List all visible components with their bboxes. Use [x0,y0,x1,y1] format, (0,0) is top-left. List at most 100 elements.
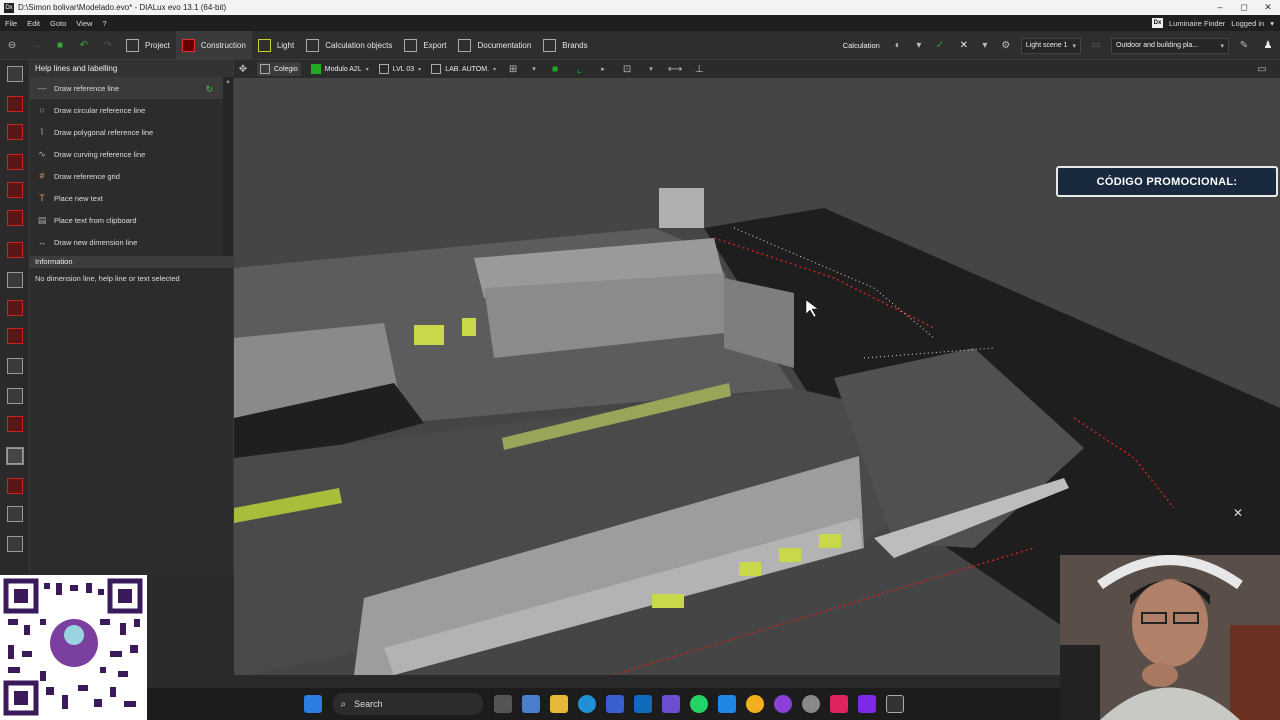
select-icon[interactable] [7,536,23,552]
cmd-draw-polygonal-reference-line[interactable]: ⌇ Draw polygonal reference line [30,121,233,143]
check-icon[interactable]: ✓ [933,39,947,53]
chevron-right-icon[interactable]: ▸ [596,62,610,76]
outlook-icon[interactable] [633,695,652,713]
minimize-button[interactable]: – [1208,0,1232,15]
roof-icon[interactable] [7,300,23,316]
building-selector[interactable]: Colegio [257,62,301,76]
chevron-down-icon[interactable]: ▾ [912,39,926,53]
logged-in-menu[interactable]: Logged in [1231,19,1264,28]
edge-icon[interactable] [577,695,596,713]
whatsapp-icon[interactable] [689,695,708,713]
monitor-icon[interactable]: ▭ [1255,62,1269,76]
tab-light[interactable]: Light [252,31,300,60]
settings-icon[interactable] [801,695,820,713]
cancel-icon[interactable]: ✕ [957,39,971,53]
undo-icon[interactable]: ↶ [77,38,91,52]
move-icon[interactable]: ✥ [236,62,250,76]
pen-icon[interactable]: ✎ [1237,39,1251,53]
tab-documentation[interactable]: Documentation [452,31,537,60]
import-icon[interactable] [7,66,23,82]
viewport-toolbar: ✥ Colegio Modulo A2L ▾ LVL 03 ▾ LAB. AUTOM… [234,60,1280,78]
refresh-icon[interactable]: ↻ [205,84,213,95]
save-icon[interactable]: ■ [53,38,67,52]
chevron-down-icon[interactable]: ▾ [978,39,992,53]
storey-icon[interactable] [7,154,23,170]
wall-icon[interactable] [7,210,23,226]
light-scene-select[interactable]: Light scene 1 ▾ [1020,37,1081,54]
tab-calculation-objects[interactable]: Calculation objects [300,31,398,60]
room-icon[interactable] [7,182,23,198]
chevron-down-icon[interactable]: ▾ [527,62,541,76]
luminaire-finder-link[interactable]: Luminaire Finder [1169,19,1225,28]
dialux-icon[interactable] [885,695,904,713]
module-selector[interactable]: Modulo A2L ▾ [310,64,369,74]
material-icon[interactable] [7,416,23,432]
cmd-place-text-from-clipboard[interactable]: ▤ Place text from clipboard [30,209,233,231]
chevron-down-icon[interactable]: ▾ [644,62,658,76]
height-icon[interactable]: ⊥ [692,62,706,76]
grid-snap-icon[interactable]: ⊞ [506,62,520,76]
cmd-draw-reference-grid[interactable]: # Draw reference grid [30,165,233,187]
redo-icon[interactable]: ↷ [101,38,115,52]
canva-icon[interactable] [857,695,876,713]
store-icon[interactable] [605,695,624,713]
menu-goto[interactable]: Goto [45,19,71,28]
menu-edit[interactable]: Edit [22,19,45,28]
view-icon[interactable] [7,506,23,522]
building-icon[interactable] [7,124,23,140]
plan-view-icon[interactable]: ⌞ [572,62,586,76]
chevron-down-icon[interactable]: ▾ [1270,19,1274,28]
window-icon[interactable] [7,242,23,258]
menu-help[interactable]: ? [97,19,111,28]
menu-view[interactable]: View [71,19,97,28]
level-selector[interactable]: LVL 03 ▾ [378,64,421,74]
chrome-icon[interactable] [745,695,764,713]
tab-project[interactable]: Project [120,31,176,60]
panel-scrollbar[interactable]: ▴ [223,77,233,257]
forward-icon[interactable]: → [29,38,43,52]
light-icon [257,38,271,52]
cmd-draw-circular-reference-line[interactable]: ○ Draw circular reference line [30,99,233,121]
chevron-down-icon: ▾ [493,66,497,73]
dimension-icon[interactable] [7,478,23,494]
gear-icon[interactable]: ⚙ [999,39,1013,53]
copilot-icon[interactable] [521,695,540,713]
viewport-scrollbar[interactable] [234,675,1060,688]
luminaire-finder-icon[interactable]: Dx [1152,18,1163,28]
cmd-draw-curving-reference-line[interactable]: ∿ Draw curving reference line [30,143,233,165]
start-icon[interactable] [303,695,322,713]
promo-banner[interactable]: CÓDIGO PROMOCIONAL: [1056,166,1278,197]
planning-mode-select[interactable]: Outdoor and building pla... ▾ [1111,37,1229,54]
fit-view-icon[interactable]: ⊡ [620,62,634,76]
measure-icon[interactable]: ⟷ [668,62,682,76]
tab-brands[interactable]: Brands [537,31,593,60]
door-icon[interactable] [7,272,23,288]
tab-construction[interactable]: Construction [175,30,252,60]
bell-icon[interactable]: ♟ [1261,39,1275,53]
cmd-draw-reference-line[interactable]: — Draw reference line [30,77,233,99]
menu-file[interactable]: File [0,19,22,28]
3d-view-icon[interactable]: ■ [548,62,562,76]
tab-export[interactable]: Export [398,31,452,60]
back-icon[interactable]: ⊖ [5,38,19,52]
cutout-icon[interactable] [7,358,23,374]
taskbar-search[interactable]: ⌕ Search [332,693,483,715]
floor-icon[interactable] [7,96,23,112]
calculation-start-icon[interactable]: ◐ [891,39,905,53]
vscode-icon[interactable] [717,695,736,713]
room-selector[interactable]: LAB. AUTOM. ▾ [431,64,496,74]
file-explorer-icon[interactable] [549,695,568,713]
close-icon[interactable]: ✕ [1233,506,1243,520]
furniture-icon[interactable] [7,328,23,344]
messenger-icon[interactable] [773,695,792,713]
tiktok-icon[interactable] [829,695,848,713]
maximize-button[interactable]: ◻ [1232,0,1256,15]
cmd-draw-new-dimension-line[interactable]: ↔ Draw new dimension line [30,231,233,253]
copilot-app-icon[interactable] [661,695,680,713]
help-lines-icon[interactable] [6,447,24,465]
stairs-icon[interactable] [7,388,23,404]
light-scene-toggle-icon[interactable]: ▭ [1089,39,1103,53]
cmd-place-new-text[interactable]: T Place new text [30,187,233,209]
task-view-icon[interactable] [493,695,512,713]
close-button[interactable]: ✕ [1256,0,1280,15]
